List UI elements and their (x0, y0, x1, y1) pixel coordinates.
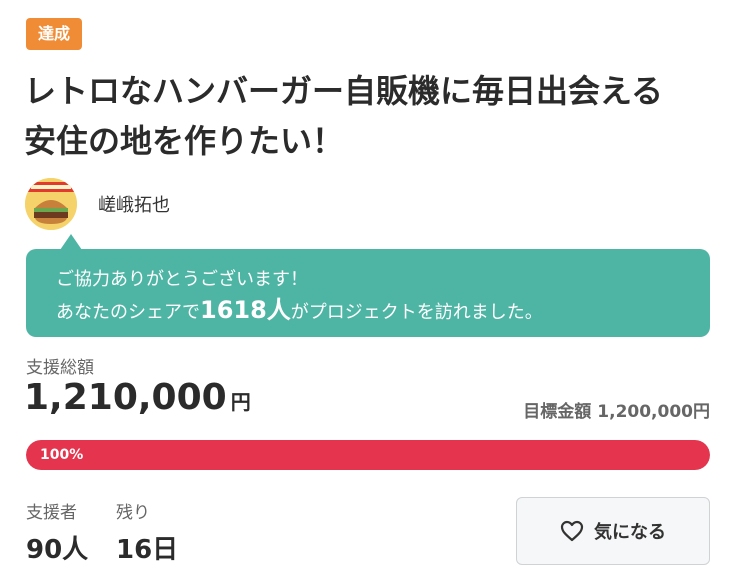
funding-progress-bar: 100% (26, 440, 710, 470)
supporters-label: 支援者 (26, 503, 77, 523)
remaining-value: 16日 (116, 535, 179, 565)
supporters-stat: 支援者 90人 (26, 498, 88, 566)
progress-fill: 100% (26, 440, 710, 470)
thanks-line: ご協力ありがとうございます！ (56, 269, 308, 290)
total-amount-value: 1,210,000 (24, 377, 227, 418)
project-title: レトロなハンバーガー自販機に毎日出会える 安住の地を作りたい！ (24, 66, 714, 166)
hamburger-avatar-icon (25, 178, 77, 230)
project-title-line-2: 安住の地を作りたい！ (24, 122, 345, 160)
project-title-line-1: レトロなハンバーガー自販機に毎日出会える (24, 72, 664, 110)
share-suffix: がプロジェクトを訪れました。 (290, 302, 543, 323)
goal-label: 目標金額 (523, 402, 592, 422)
favorite-label: 気になる (594, 522, 666, 543)
owner-avatar[interactable] (25, 178, 77, 230)
currency-unit: 円 (230, 390, 251, 414)
total-support-amount: 1,210,000 円 (24, 377, 251, 418)
remaining-label: 残り (116, 503, 150, 523)
message-bubble-tail (60, 234, 82, 250)
goal-amount: 目標金額 1,200,000円 (523, 397, 710, 422)
favorite-button[interactable]: 気になる (516, 497, 710, 565)
remaining-stat: 残り 16日 (116, 498, 178, 566)
share-prefix: あなたのシェアで (56, 302, 200, 323)
heart-icon (560, 520, 584, 542)
goal-value: 1,200,000円 (597, 402, 710, 422)
owner-name[interactable]: 嵯峨拓也 (98, 191, 170, 217)
progress-percent: 100% (40, 447, 84, 463)
share-thanks-message: ご協力ありがとうございます！ あなたのシェアで1618人がプロジェクトを訪れまし… (26, 249, 710, 337)
achieved-badge: 達成 (26, 18, 82, 50)
supporters-value: 90人 (26, 535, 89, 565)
total-support-label: 支援総額 (26, 358, 94, 378)
share-visitors-line: あなたのシェアで1618人がプロジェクトを訪れました。 (56, 295, 710, 328)
visitor-count: 1618人 (200, 296, 291, 324)
